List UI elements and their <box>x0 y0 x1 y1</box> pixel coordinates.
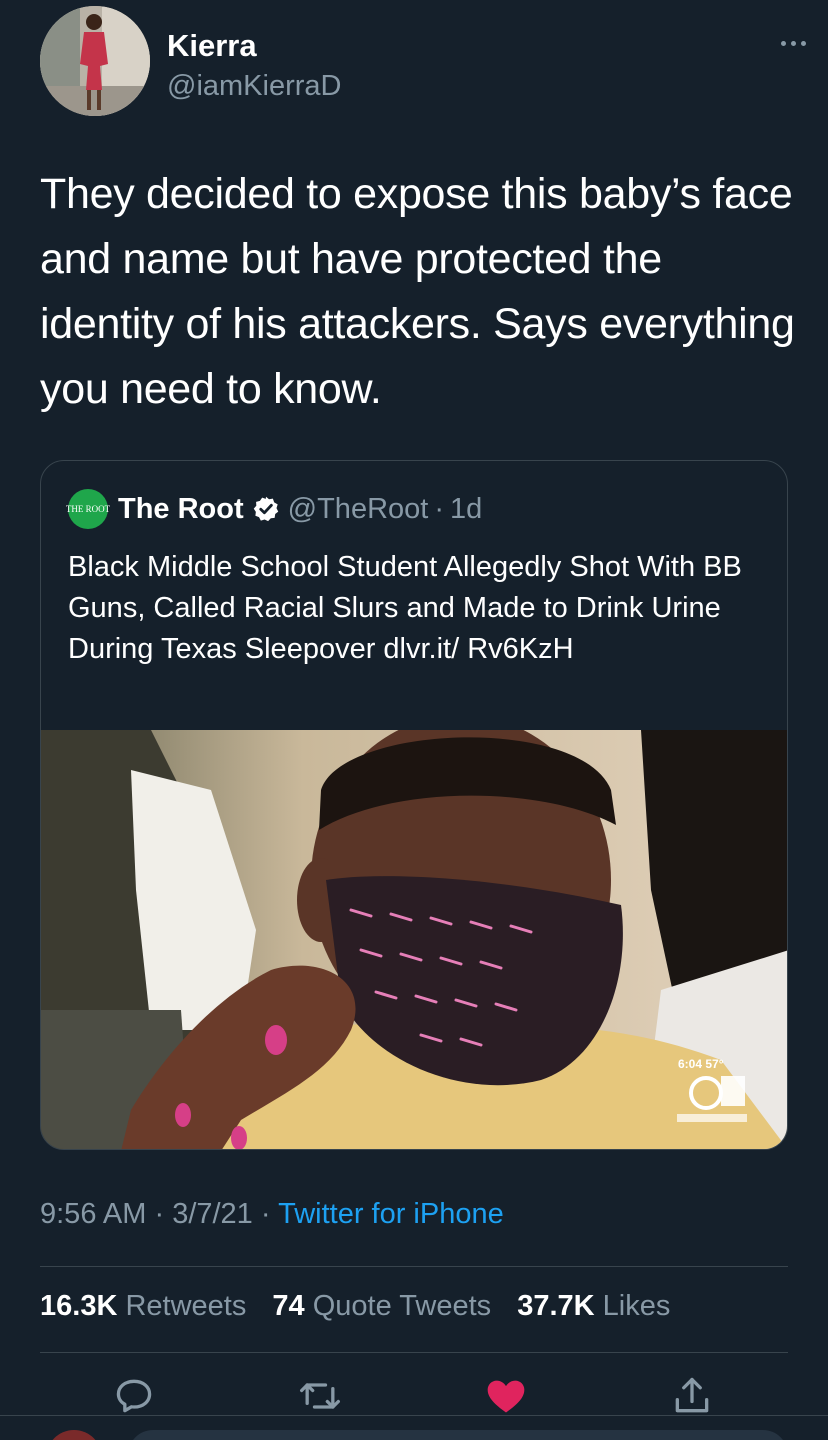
tweet-text: They decided to expose this baby’s face … <box>40 170 795 413</box>
retweets-stat[interactable]: 16.3K Retweets <box>40 1290 264 1322</box>
likes-count: 37.7K <box>517 1290 595 1322</box>
author-handle[interactable]: @iamKierraD <box>167 70 341 103</box>
retweets-label: Retweets <box>125 1290 247 1322</box>
quoted-tweet-image[interactable]: 6:04 57° <box>41 730 787 1149</box>
meta-separator: · <box>252 1198 279 1230</box>
quoted-tweet-header: THE ROOT The Root @TheRoot · 1d <box>65 489 483 529</box>
quote-tweets-count: 74 <box>272 1290 305 1322</box>
retweets-count: 16.3K <box>40 1290 118 1322</box>
reply-icon[interactable] <box>112 1374 156 1418</box>
quoted-author-logo-text: THE ROOT <box>65 504 111 514</box>
tweet-detail-page: Kierra @iamKierraD They decided to expos… <box>0 0 828 1440</box>
retweet-icon[interactable] <box>298 1374 342 1418</box>
quote-tweets-stat[interactable]: 74 Quote Tweets <box>272 1290 509 1322</box>
author-avatar[interactable] <box>40 6 150 116</box>
tweet-stats: 16.3K Retweets 74 Quote Tweets 37.7K Lik… <box>40 1290 688 1323</box>
quoted-author-handle: @TheRoot <box>287 492 429 525</box>
likes-stat[interactable]: 37.7K Likes <box>517 1290 688 1322</box>
quoted-separator: · <box>434 492 444 525</box>
quoted-author-name: The Root <box>118 492 244 525</box>
quoted-tweet-time: 1d <box>450 492 483 525</box>
quoted-author-avatar: THE ROOT <box>65 489 111 529</box>
share-icon[interactable] <box>670 1374 714 1418</box>
quote-tweets-label: Quote Tweets <box>312 1290 492 1322</box>
quoted-tweet-text: Black Middle School Student Allegedly Sh… <box>68 551 742 665</box>
meta-separator: · <box>146 1198 173 1230</box>
quoted-tweet-card[interactable]: THE ROOT The Root @TheRoot · 1d Black Mi… <box>40 460 788 1150</box>
tweet-time: 9:56 AM <box>40 1198 147 1230</box>
author-display-name[interactable]: Kierra <box>167 28 257 64</box>
tweet-header: Kierra @iamKierraD <box>40 6 806 118</box>
tweet-meta: 9:56 AM · 3/7/21 · Twitter for iPhone <box>40 1198 504 1231</box>
tweet-date: 3/7/21 <box>172 1198 253 1230</box>
heart-icon[interactable] <box>484 1374 528 1418</box>
tweet-client-link[interactable]: Twitter for iPhone <box>278 1198 504 1230</box>
divider <box>40 1266 788 1267</box>
more-icon[interactable] <box>776 36 810 50</box>
more-dot <box>790 40 796 46</box>
divider <box>40 1352 788 1353</box>
verified-badge-icon <box>253 496 278 522</box>
more-dot <box>800 40 806 46</box>
likes-label: Likes <box>602 1290 671 1322</box>
reply-input[interactable] <box>128 1430 788 1440</box>
more-dot <box>780 40 786 46</box>
image-overlay-timestamp: 6:04 57° <box>678 1057 724 1071</box>
